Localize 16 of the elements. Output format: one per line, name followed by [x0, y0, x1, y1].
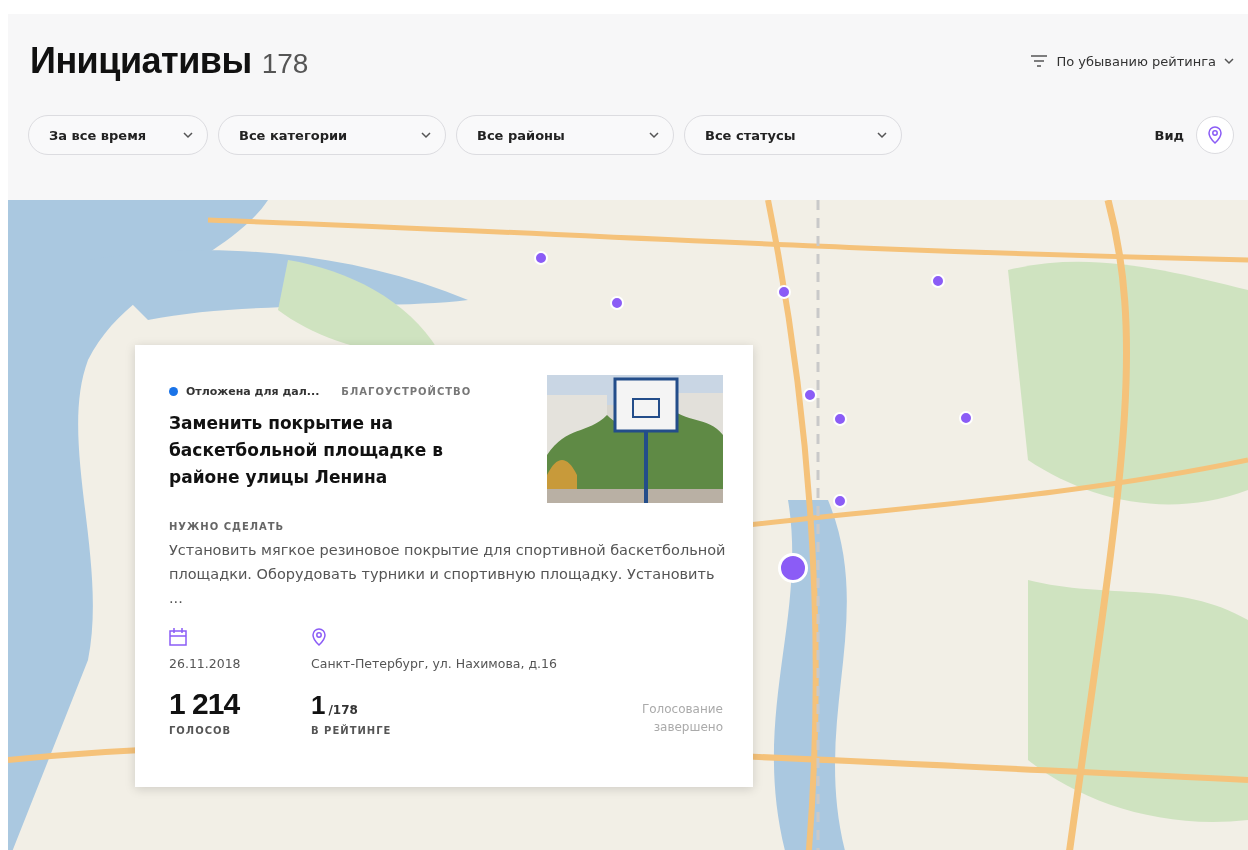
- caret-icon: [421, 131, 431, 139]
- sort-dropdown[interactable]: По убыванию рейтинга: [1030, 53, 1234, 69]
- caret-icon: [183, 131, 193, 139]
- page-title: Инициативы: [30, 40, 252, 82]
- filter-icon: [1030, 54, 1049, 68]
- view-label: Вид: [1154, 127, 1184, 143]
- filter-dropdown[interactable]: Все категории: [218, 115, 446, 155]
- initiative-count: 178: [261, 48, 309, 80]
- filter-dropdown[interactable]: Все статусы: [684, 115, 902, 155]
- map-view-button[interactable]: [1196, 116, 1234, 154]
- caret-icon: [877, 131, 887, 139]
- map-pin-icon: [1207, 126, 1223, 144]
- caret-icon: [649, 131, 659, 139]
- caret-icon: [1224, 57, 1234, 65]
- filter-dropdown[interactable]: За все время: [28, 115, 208, 155]
- filter-dropdown[interactable]: Все районы: [456, 115, 674, 155]
